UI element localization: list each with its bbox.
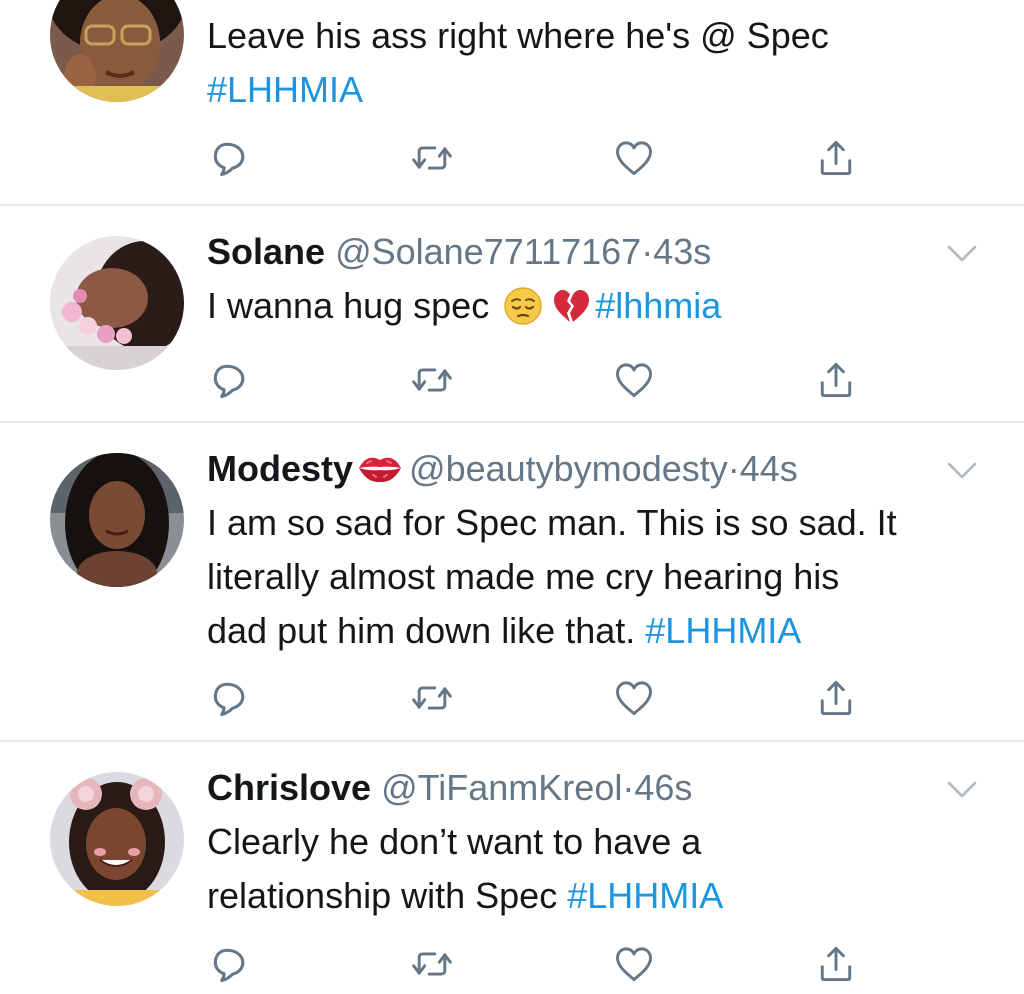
tweet-actions (0, 674, 1024, 722)
user-handle[interactable]: @Solane77117167 (335, 231, 641, 272)
reply-icon[interactable] (206, 134, 254, 182)
retweet-icon[interactable] (408, 674, 456, 722)
tweet-text: Clearly he don’t want to have a relation… (207, 815, 997, 923)
tweet-text: Leave his ass right where he's @ Spec #L… (207, 9, 997, 117)
reply-icon[interactable] (206, 940, 254, 988)
tweet-text-line: relationship with Spec (207, 875, 558, 916)
pensive-face-icon (503, 286, 543, 341)
tweet-3[interactable]: Modesty @beautybymodesty·44s I am so sad… (0, 423, 1024, 740)
hashtag-link[interactable]: #lhhmia (595, 285, 721, 326)
tweet-text-plain: I wanna hug spec (207, 285, 490, 326)
user-handle[interactable]: @beautybymodesty (409, 448, 728, 489)
tweet-header: Solane @Solane77117167·43s (207, 230, 711, 274)
chevron-down-icon[interactable] (946, 461, 978, 481)
reply-icon[interactable] (206, 674, 254, 722)
tweet-header: Modesty @beautybymodesty·44s (207, 447, 798, 495)
avatar[interactable] (50, 236, 184, 370)
tweet-text-plain: Leave his ass right where he's @ Spec (207, 15, 829, 56)
hashtag-link[interactable]: #LHHMIA (207, 69, 363, 110)
avatar[interactable] (50, 453, 184, 587)
tweet-text-line: literally almost made me cry hearing his (207, 556, 840, 597)
timestamp[interactable]: 43s (653, 231, 711, 272)
tweet-actions (0, 356, 1024, 404)
retweet-icon[interactable] (408, 134, 456, 182)
avatar[interactable] (50, 0, 184, 102)
tweet-header: Chrislove @TiFanmKreol·46s (207, 766, 692, 810)
timestamp[interactable]: 46s (634, 767, 692, 808)
like-icon[interactable] (610, 940, 658, 988)
chevron-down-icon[interactable] (946, 244, 978, 264)
avatar-image (50, 0, 184, 102)
like-icon[interactable] (610, 134, 658, 182)
tweet-text-line: Clearly he don’t want to have a (207, 821, 702, 862)
tweet-1[interactable]: Leave his ass right where he's @ Spec #L… (0, 0, 1024, 205)
retweet-icon[interactable] (408, 356, 456, 404)
separator-dot: · (727, 448, 740, 489)
kiss-mark-icon (357, 451, 403, 495)
share-icon[interactable] (812, 674, 860, 722)
display-name[interactable]: Solane (207, 231, 325, 272)
user-handle[interactable]: @TiFanmKreol (381, 767, 622, 808)
retweet-icon[interactable] (408, 940, 456, 988)
tweet-text: I am so sad for Spec man. This is so sad… (207, 496, 997, 658)
tweet-actions (0, 940, 1024, 988)
hashtag-link[interactable]: #LHHMIA (645, 610, 801, 651)
tweet-text-line: dad put him down like that. (207, 610, 636, 651)
tweet-text-line: I am so sad for Spec man. This is so sad… (207, 502, 897, 543)
display-name[interactable]: Chrislove (207, 767, 371, 808)
avatar-image (50, 772, 184, 906)
reply-icon[interactable] (206, 356, 254, 404)
avatar-image (50, 453, 184, 587)
share-icon[interactable] (812, 940, 860, 988)
timestamp[interactable]: 44s (740, 448, 798, 489)
tweet-text: I wanna hug spec #lhhmia (207, 279, 997, 341)
share-icon[interactable] (812, 356, 860, 404)
tweet-actions (0, 134, 1024, 182)
timeline-feed: Leave his ass right where he's @ Spec #L… (0, 0, 1024, 994)
share-icon[interactable] (812, 134, 860, 182)
separator-dot: · (641, 231, 654, 272)
like-icon[interactable] (610, 674, 658, 722)
tweet-4[interactable]: Chrislove @TiFanmKreol·46s Clearly he do… (0, 742, 1024, 994)
hashtag-link[interactable]: #LHHMIA (567, 875, 723, 916)
like-icon[interactable] (610, 356, 658, 404)
broken-heart-icon (551, 286, 591, 341)
chevron-down-icon[interactable] (946, 780, 978, 800)
separator-dot: · (622, 767, 635, 808)
tweet-2[interactable]: Solane @Solane77117167·43s I wanna hug s… (0, 206, 1024, 422)
avatar[interactable] (50, 772, 184, 906)
display-name[interactable]: Modesty (207, 448, 353, 489)
avatar-image (50, 236, 184, 370)
